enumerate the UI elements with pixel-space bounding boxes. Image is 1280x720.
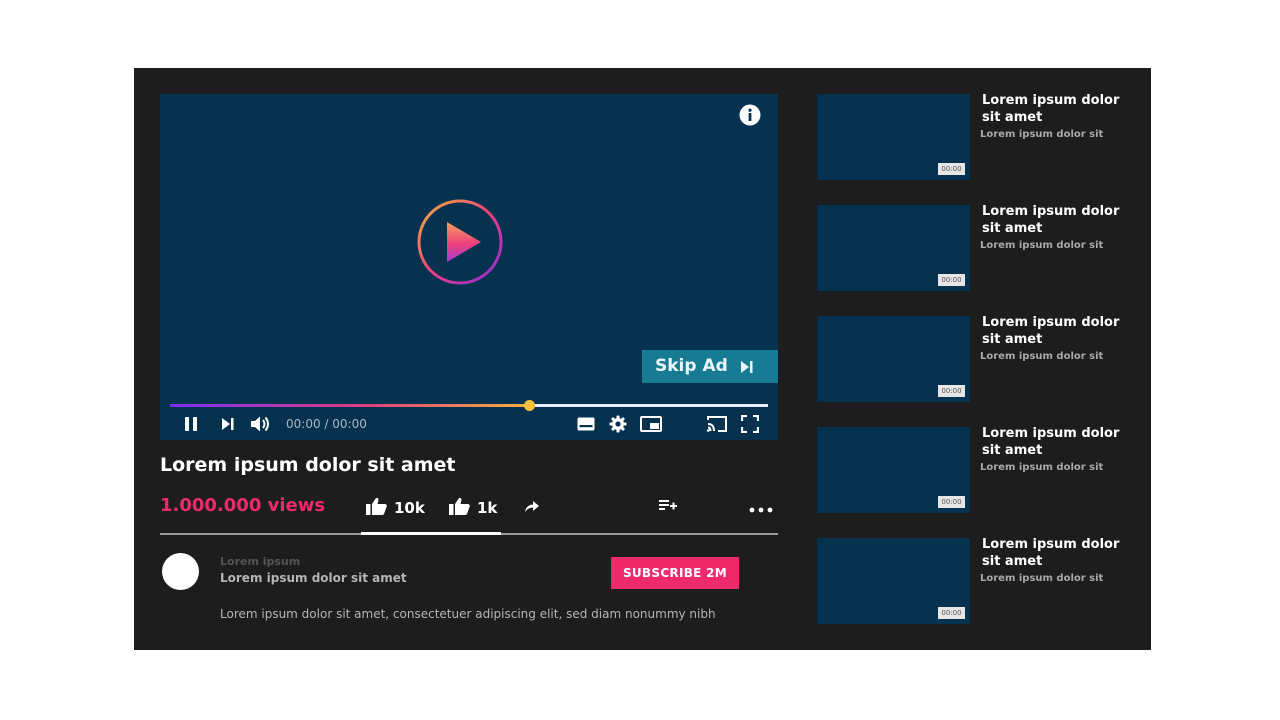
video-description: Lorem ipsum dolor sit amet, consectetuer…	[220, 607, 716, 621]
channel-subtitle: Lorem ipsum dolor sit amet	[220, 571, 407, 585]
progress-fill	[170, 404, 529, 407]
related-video-duration: 00:00	[938, 385, 965, 397]
related-video-duration: 00:00	[938, 496, 965, 508]
share-button[interactable]	[524, 496, 540, 520]
related-video-subtitle: Lorem ipsum dolor sit	[980, 129, 1104, 140]
like-count: 10k	[394, 499, 425, 517]
video-title: Lorem ipsum dolor sit amet	[160, 454, 456, 476]
related-video-subtitle: Lorem ipsum dolor sit	[980, 462, 1104, 473]
progress-bar[interactable]	[170, 400, 768, 411]
related-video-item[interactable]: 00:00 Lorem ipsum dolor sit amet Lorem i…	[817, 536, 1127, 624]
related-video-subtitle: Lorem ipsum dolor sit	[980, 573, 1104, 584]
play-icon[interactable]	[416, 198, 504, 286]
next-icon[interactable]	[220, 414, 236, 434]
time-display: 00:00 / 00:00	[286, 417, 367, 431]
settings-icon[interactable]	[609, 414, 627, 434]
like-button[interactable]: 10k	[366, 496, 425, 520]
progress-knob[interactable]	[523, 400, 535, 411]
related-video-duration: 00:00	[938, 163, 965, 175]
pause-icon[interactable]	[182, 414, 200, 434]
more-button[interactable]	[749, 496, 773, 520]
related-video-thumbnail[interactable]: 00:00	[817, 427, 970, 513]
divider-highlight	[361, 532, 501, 535]
related-video-title[interactable]: Lorem ipsum dolor sit amet	[982, 536, 1122, 570]
dislike-button[interactable]: 1k	[449, 496, 497, 520]
more-icon	[749, 499, 773, 517]
avatar[interactable]	[162, 553, 199, 590]
related-video-item[interactable]: 00:00 Lorem ipsum dolor sit amet Lorem i…	[817, 203, 1127, 291]
related-video-title[interactable]: Lorem ipsum dolor sit amet	[982, 425, 1122, 459]
subscribe-button[interactable]: SUBSCRIBE 2M	[611, 557, 739, 589]
skip-next-icon	[740, 360, 754, 373]
save-to-playlist-button[interactable]	[658, 496, 678, 520]
related-video-thumbnail[interactable]: 00:00	[817, 316, 970, 402]
related-video-title[interactable]: Lorem ipsum dolor sit amet	[982, 92, 1122, 126]
cast-icon[interactable]	[706, 414, 728, 434]
channel-name[interactable]: Lorem ipsum	[220, 555, 300, 569]
related-video-title[interactable]: Lorem ipsum dolor sit amet	[982, 314, 1122, 348]
add-to-playlist-icon	[658, 499, 678, 517]
video-app: Skip Ad 00:00 / 00:00 Lorem ipsum dolor …	[134, 68, 1151, 650]
thumbs-up-icon	[366, 497, 388, 519]
related-video-thumbnail[interactable]: 00:00	[817, 538, 970, 624]
related-video-item[interactable]: 00:00 Lorem ipsum dolor sit amet Lorem i…	[817, 92, 1127, 180]
related-video-item[interactable]: 00:00 Lorem ipsum dolor sit amet Lorem i…	[817, 425, 1127, 513]
dislike-count: 1k	[477, 499, 498, 517]
subtitles-icon[interactable]	[577, 414, 595, 434]
related-video-item[interactable]: 00:00 Lorem ipsum dolor sit amet Lorem i…	[817, 314, 1127, 402]
related-video-title[interactable]: Lorem ipsum dolor sit amet	[982, 203, 1122, 237]
thumbs-icon	[449, 497, 471, 519]
related-video-thumbnail[interactable]: 00:00	[817, 205, 970, 291]
related-video-subtitle: Lorem ipsum dolor sit	[980, 351, 1104, 362]
view-count: 1.000.000 views	[160, 495, 326, 516]
fullscreen-icon[interactable]	[741, 414, 759, 434]
miniplayer-icon[interactable]	[640, 414, 662, 434]
related-video-duration: 00:00	[938, 274, 965, 286]
info-icon[interactable]	[739, 104, 761, 126]
related-video-thumbnail[interactable]: 00:00	[817, 94, 970, 180]
share-icon	[524, 499, 540, 517]
skip-ad-label: Skip Ad	[655, 356, 728, 376]
related-video-subtitle: Lorem ipsum dolor sit	[980, 240, 1104, 251]
volume-icon[interactable]	[250, 414, 272, 434]
related-video-duration: 00:00	[938, 607, 965, 619]
skip-ad-button[interactable]: Skip Ad	[642, 350, 778, 383]
video-player[interactable]: Skip Ad 00:00 / 00:00	[160, 94, 778, 440]
